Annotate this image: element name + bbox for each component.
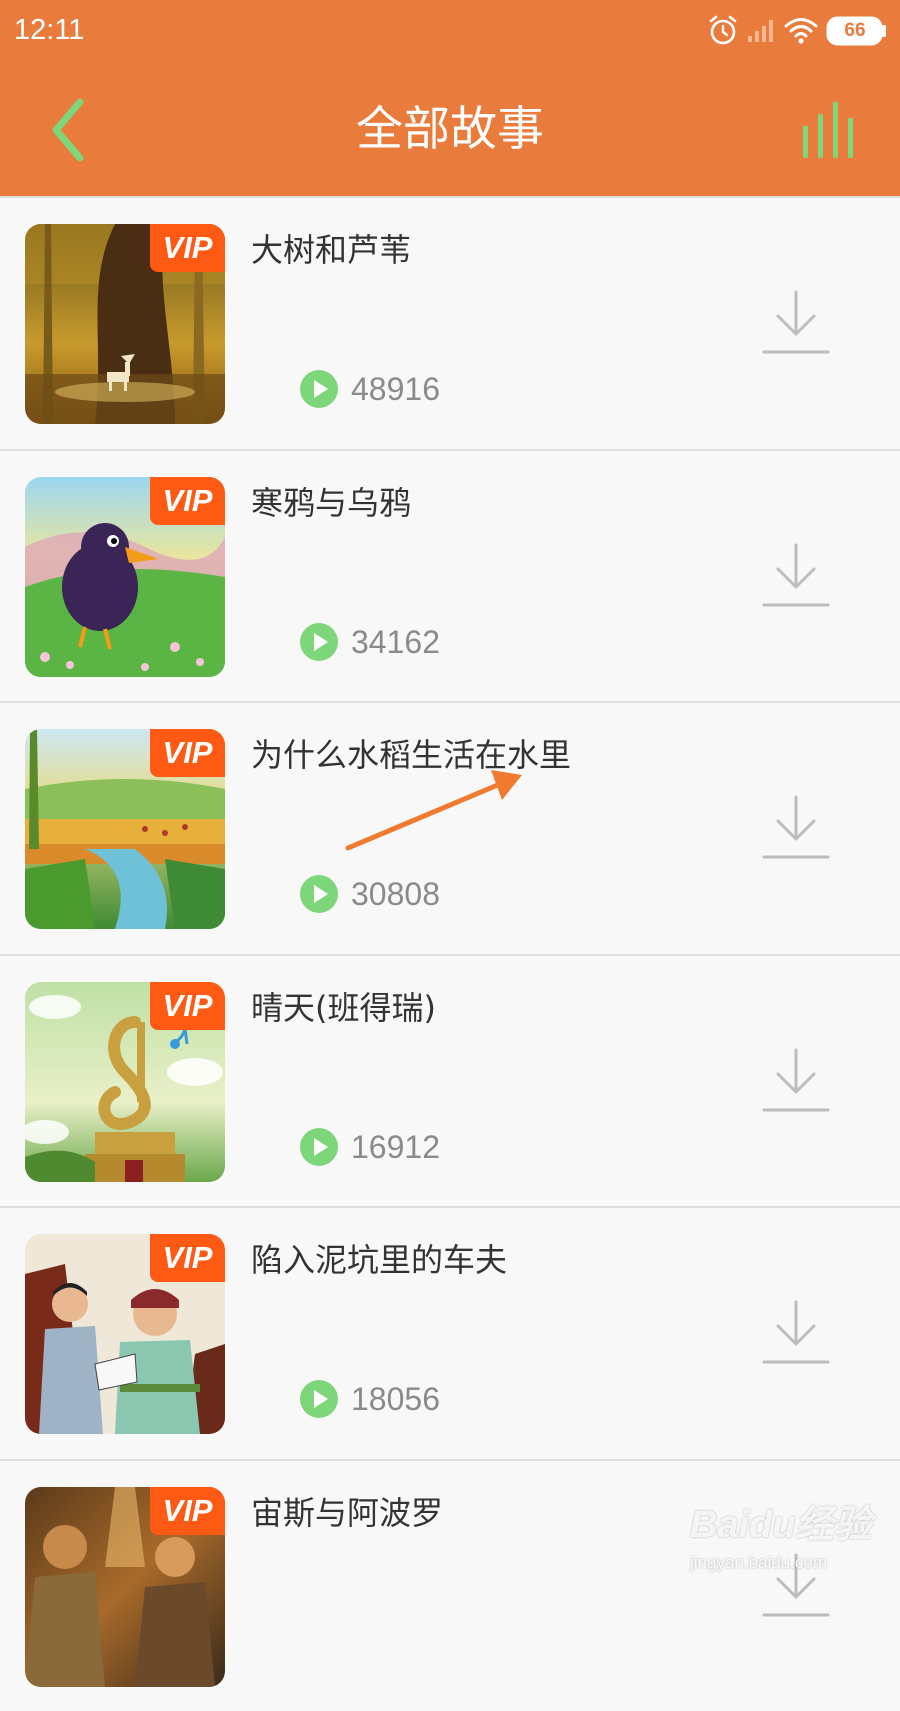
story-row[interactable]: VIP 晴天(班得瑞) 16912 [0, 954, 900, 1207]
play-count: 48916 [351, 368, 440, 410]
alarm-icon [708, 14, 738, 46]
story-row[interactable]: VIP 宙斯与阿波罗 [0, 1459, 900, 1711]
story-title: 宙斯与阿波罗 [251, 1491, 443, 1535]
vip-badge: VIP [150, 1487, 225, 1535]
vip-badge: VIP [150, 224, 225, 272]
play-count-icon [300, 1380, 338, 1418]
play-count: 30808 [351, 873, 440, 915]
play-count-icon [300, 623, 338, 661]
story-cover-image: VIP [25, 477, 225, 677]
play-count-icon [300, 1128, 338, 1166]
play-count-icon [300, 370, 338, 408]
story-row[interactable]: VIP 陷入泥坑里的车夫 18056 [0, 1206, 900, 1459]
equalizer-icon [800, 100, 862, 160]
story-row[interactable]: VIP 为什么水稻生活在水里 30808 [0, 701, 900, 954]
vip-badge: VIP [150, 729, 225, 777]
story-list: VIP 大树和芦苇 48916 [0, 196, 900, 1711]
play-count-icon [300, 875, 338, 913]
vip-badge: VIP [150, 982, 225, 1030]
story-cover-image: VIP [25, 1487, 225, 1687]
story-row[interactable]: VIP 寒鸦与乌鸦 34162 [0, 449, 900, 702]
download-icon[interactable] [762, 290, 830, 356]
story-cover-image: VIP [25, 729, 225, 929]
story-cover-image: VIP [25, 1234, 225, 1434]
story-title: 大树和芦苇 [251, 228, 411, 272]
download-icon[interactable] [762, 1553, 830, 1619]
battery-icon: 66 [826, 14, 888, 48]
story-title: 晴天(班得瑞) [251, 986, 436, 1030]
app-header: 12:11 66 全部故 [0, 0, 900, 196]
story-title: 陷入泥坑里的车夫 [251, 1238, 507, 1282]
download-icon[interactable] [762, 1048, 830, 1114]
vip-badge: VIP [150, 477, 225, 525]
download-icon[interactable] [762, 795, 830, 861]
story-row[interactable]: VIP 大树和芦苇 48916 [0, 196, 900, 449]
play-count: 18056 [351, 1378, 440, 1420]
signal-icon [746, 18, 776, 44]
battery-level: 66 [832, 18, 878, 44]
story-cover-image: VIP [25, 224, 225, 424]
story-title: 为什么水稻生活在水里 [251, 733, 571, 777]
wifi-icon [784, 16, 818, 44]
status-time: 12:11 [14, 10, 84, 50]
story-cover-image: VIP [25, 982, 225, 1182]
page-title: 全部故事 [0, 92, 900, 168]
download-icon[interactable] [762, 1300, 830, 1366]
story-title: 寒鸦与乌鸦 [251, 481, 411, 525]
status-icons: 66 [708, 12, 888, 50]
play-count: 34162 [351, 621, 440, 663]
vip-badge: VIP [150, 1234, 225, 1282]
play-count: 16912 [351, 1126, 440, 1168]
download-icon[interactable] [762, 543, 830, 609]
now-playing-button[interactable] [800, 100, 862, 160]
